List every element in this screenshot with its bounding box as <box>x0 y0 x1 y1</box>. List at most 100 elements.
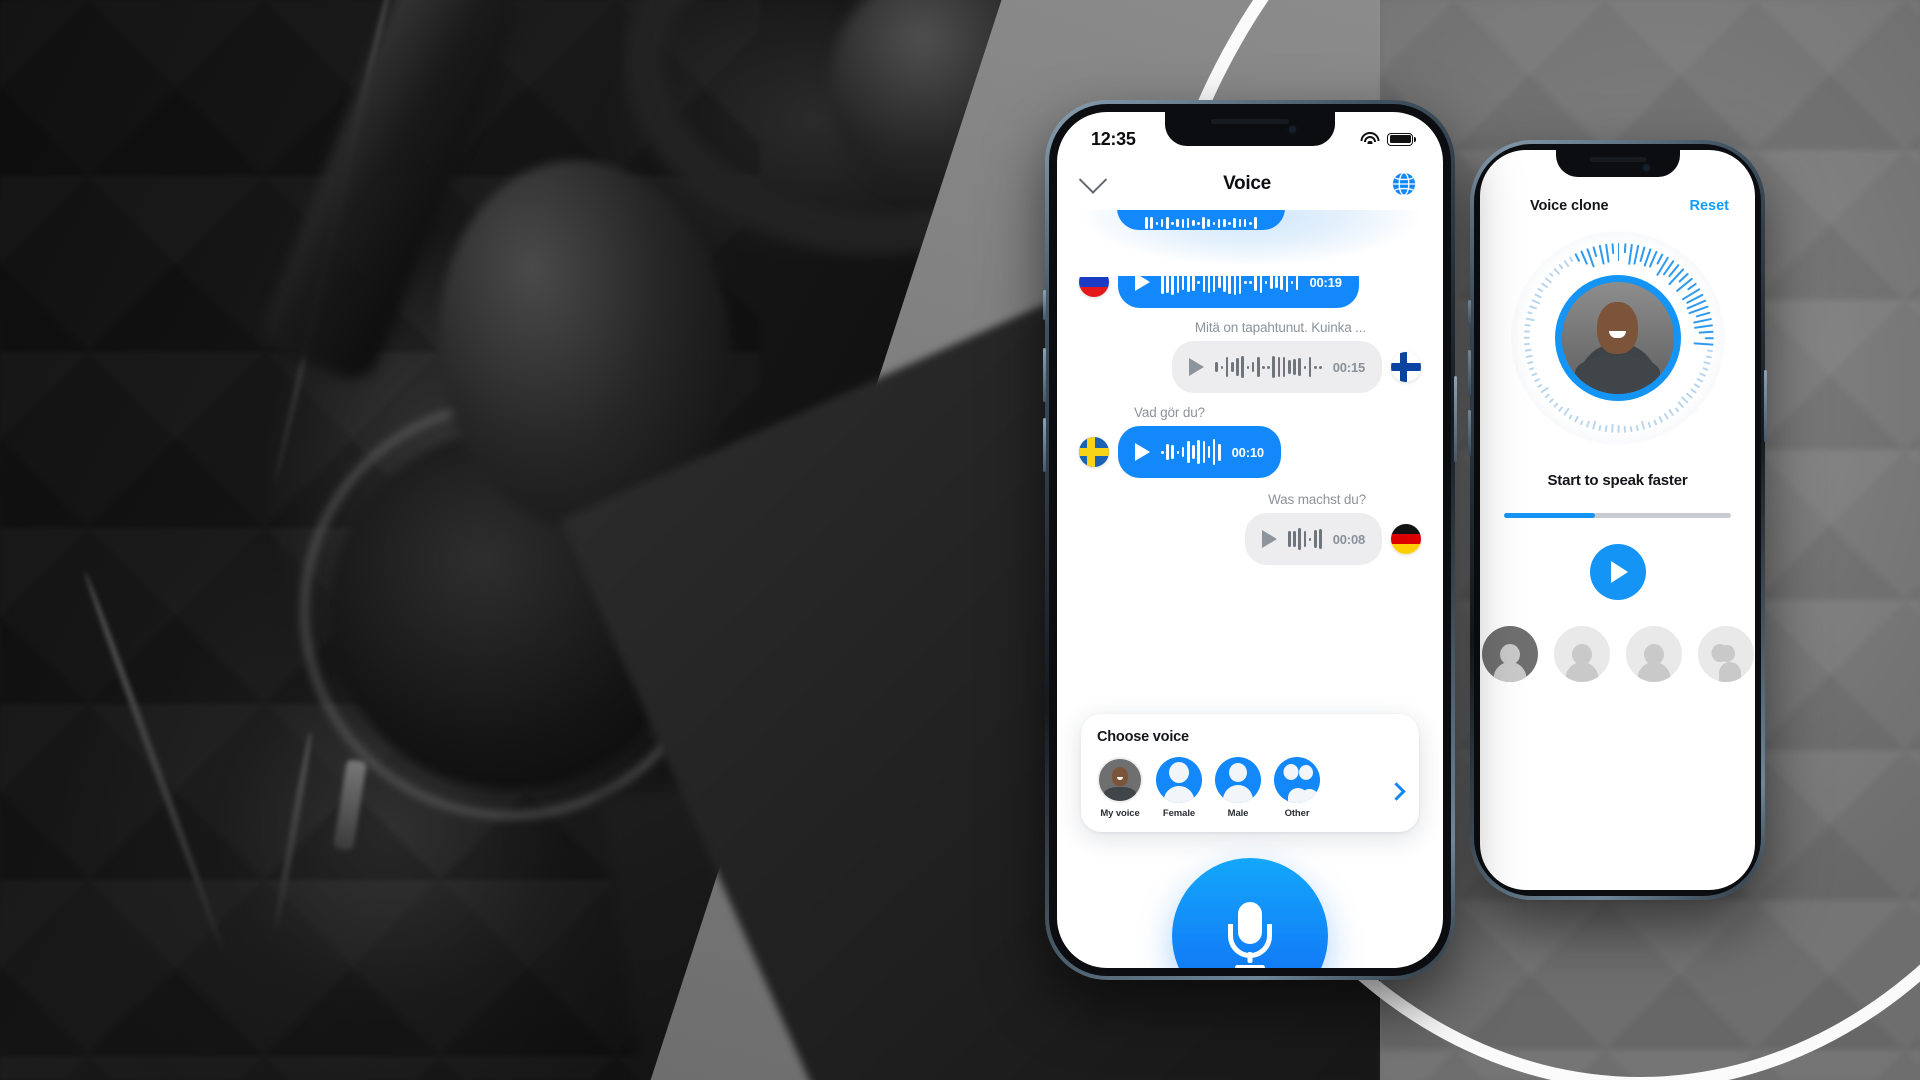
voice-message[interactable]: 00:15 <box>1079 341 1421 393</box>
voice-option-my-voice[interactable]: My voice <box>1097 757 1143 819</box>
globe-icon[interactable] <box>1391 171 1417 197</box>
wifi-icon <box>1360 132 1379 146</box>
voice-clone-voice-list <box>1480 626 1755 682</box>
silhouette-body <box>1565 662 1598 682</box>
avatar-photo <box>1561 282 1674 394</box>
voice-message-clipped[interactable] <box>1079 210 1421 230</box>
message-caption-row: Mitä on tapahtunut. Kuinka ... <box>1079 320 1421 335</box>
voice-bubble[interactable]: 00:10 <box>1118 426 1281 478</box>
voice-option-male[interactable] <box>1625 626 1682 682</box>
silhouette-head-second <box>1298 765 1313 780</box>
silhouette-head <box>1229 763 1247 782</box>
play-icon[interactable] <box>1189 358 1205 376</box>
sweden-flag <box>1079 437 1109 467</box>
avatar-shirt <box>1574 355 1661 394</box>
play-button[interactable] <box>1589 544 1646 600</box>
earpiece-speaker <box>1588 157 1647 162</box>
record-area <box>1057 858 1443 968</box>
volume-up-button[interactable] <box>1468 350 1471 396</box>
finland-flag <box>1391 352 1421 382</box>
waveform <box>1215 354 1322 380</box>
volume-up-button[interactable] <box>1043 348 1046 402</box>
message-caption-row: Vad gör du? <box>1079 405 1421 420</box>
avatar-head <box>1597 302 1638 354</box>
choose-voice-title: Choose voice <box>1097 729 1189 745</box>
voice-clone-title: Voice clone <box>1530 198 1609 214</box>
conversation-list[interactable]: Что случилось. Как можно... 00:19 Mitä o… <box>1057 210 1443 708</box>
message-caption: Mitä on tapahtunut. Kuinka ... <box>1194 320 1366 335</box>
mute-switch[interactable] <box>1043 290 1046 320</box>
avatar-photo-detail <box>1562 282 1674 394</box>
silhouette-body <box>1493 662 1526 682</box>
phone-voice-screen: 12:35 Voice 00:19 Mitä on tapahtunut. Ku… <box>1057 112 1443 968</box>
voice-duration: 00:15 <box>1332 359 1365 375</box>
voice-duration: 00:08 <box>1332 531 1365 547</box>
silhouette-body-second <box>1721 665 1742 682</box>
silhouette-head <box>1283 764 1299 780</box>
silhouette-body-second <box>1300 789 1320 803</box>
waveform <box>1145 216 1257 230</box>
avatar-shirt <box>1104 786 1136 801</box>
message-caption: Was machst du? <box>1268 492 1366 507</box>
voice-bubble[interactable]: 00:08 <box>1245 513 1382 565</box>
status-bar: 12:35 <box>1057 112 1443 158</box>
group-silhouette-icon <box>1709 644 1743 682</box>
user-photo-avatar-icon <box>1493 644 1527 682</box>
silhouette-body <box>1163 786 1195 803</box>
male-silhouette-icon <box>1215 757 1261 803</box>
record-button[interactable] <box>1172 858 1328 968</box>
voice-clone-avatar-area <box>1480 224 1755 452</box>
recording-progress-bar[interactable] <box>1504 513 1731 518</box>
power-button[interactable] <box>1764 370 1767 442</box>
mic-base <box>1235 965 1265 968</box>
phone-notch <box>1555 150 1680 177</box>
chevron-down-icon[interactable] <box>1078 165 1108 194</box>
voice-option-other[interactable]: Other <box>1274 757 1320 819</box>
voice-option-male[interactable]: Male <box>1215 757 1261 819</box>
page-title: Voice <box>1223 173 1271 194</box>
voice-option-my-voice[interactable] <box>1481 626 1538 682</box>
status-bar-indicators <box>1360 132 1416 146</box>
female-silhouette-icon <box>1565 644 1599 682</box>
play-icon[interactable] <box>1262 530 1278 548</box>
play-icon[interactable] <box>1135 443 1150 461</box>
front-camera <box>1641 162 1653 173</box>
mute-switch[interactable] <box>1468 300 1471 326</box>
volume-down-button[interactable] <box>1043 418 1046 472</box>
voice-option-label: Male <box>1227 808 1249 819</box>
voice-option-female[interactable] <box>1553 626 1610 682</box>
phone-clone-screen: Voice clone Reset Start to speak faster <box>1480 150 1755 890</box>
voice-option-label: My voice <box>1100 808 1140 819</box>
battery-icon <box>1387 132 1416 146</box>
voice-message[interactable]: 00:08 <box>1079 513 1421 565</box>
play-icon <box>1611 561 1628 583</box>
voice-bubble[interactable] <box>1117 210 1285 230</box>
power-button[interactable] <box>1454 376 1457 462</box>
reset-button[interactable]: Reset <box>1690 198 1730 214</box>
voice-option-label: Female <box>1162 808 1196 819</box>
voice-option-label: Other <box>1284 808 1310 819</box>
voice-clone-caption: Start to speak faster <box>1547 472 1688 489</box>
voice-duration: 00:10 <box>1231 444 1264 460</box>
female-silhouette-icon <box>1156 757 1202 803</box>
group-silhouette-icon <box>1274 757 1320 803</box>
waveform <box>1161 439 1221 465</box>
voice-message[interactable]: 00:10 <box>1079 426 1421 478</box>
voice-option-female[interactable]: Female <box>1156 757 1202 819</box>
silhouette-body <box>1637 662 1670 682</box>
phone-voice: 12:35 Voice 00:19 Mitä on tapahtunut. Ku… <box>1043 100 1457 980</box>
voice-option-other[interactable] <box>1697 626 1754 682</box>
choose-voice-card: Choose voice My voice Female Male Other <box>1081 714 1419 832</box>
avatar-photo-detail <box>1099 759 1141 801</box>
avatar-head <box>1112 766 1128 786</box>
chevron-right-icon[interactable] <box>1387 781 1406 801</box>
silhouette-head-second <box>1719 645 1736 662</box>
avatar[interactable] <box>1554 275 1681 401</box>
germany-flag <box>1391 524 1421 554</box>
choose-voice-options: My voice Female Male Other <box>1097 757 1406 819</box>
male-silhouette-icon <box>1637 644 1671 682</box>
volume-down-button[interactable] <box>1468 410 1471 456</box>
status-bar-time: 12:35 <box>1091 128 1136 149</box>
voice-bubble[interactable]: 00:15 <box>1172 341 1382 393</box>
waveform <box>1288 526 1322 552</box>
